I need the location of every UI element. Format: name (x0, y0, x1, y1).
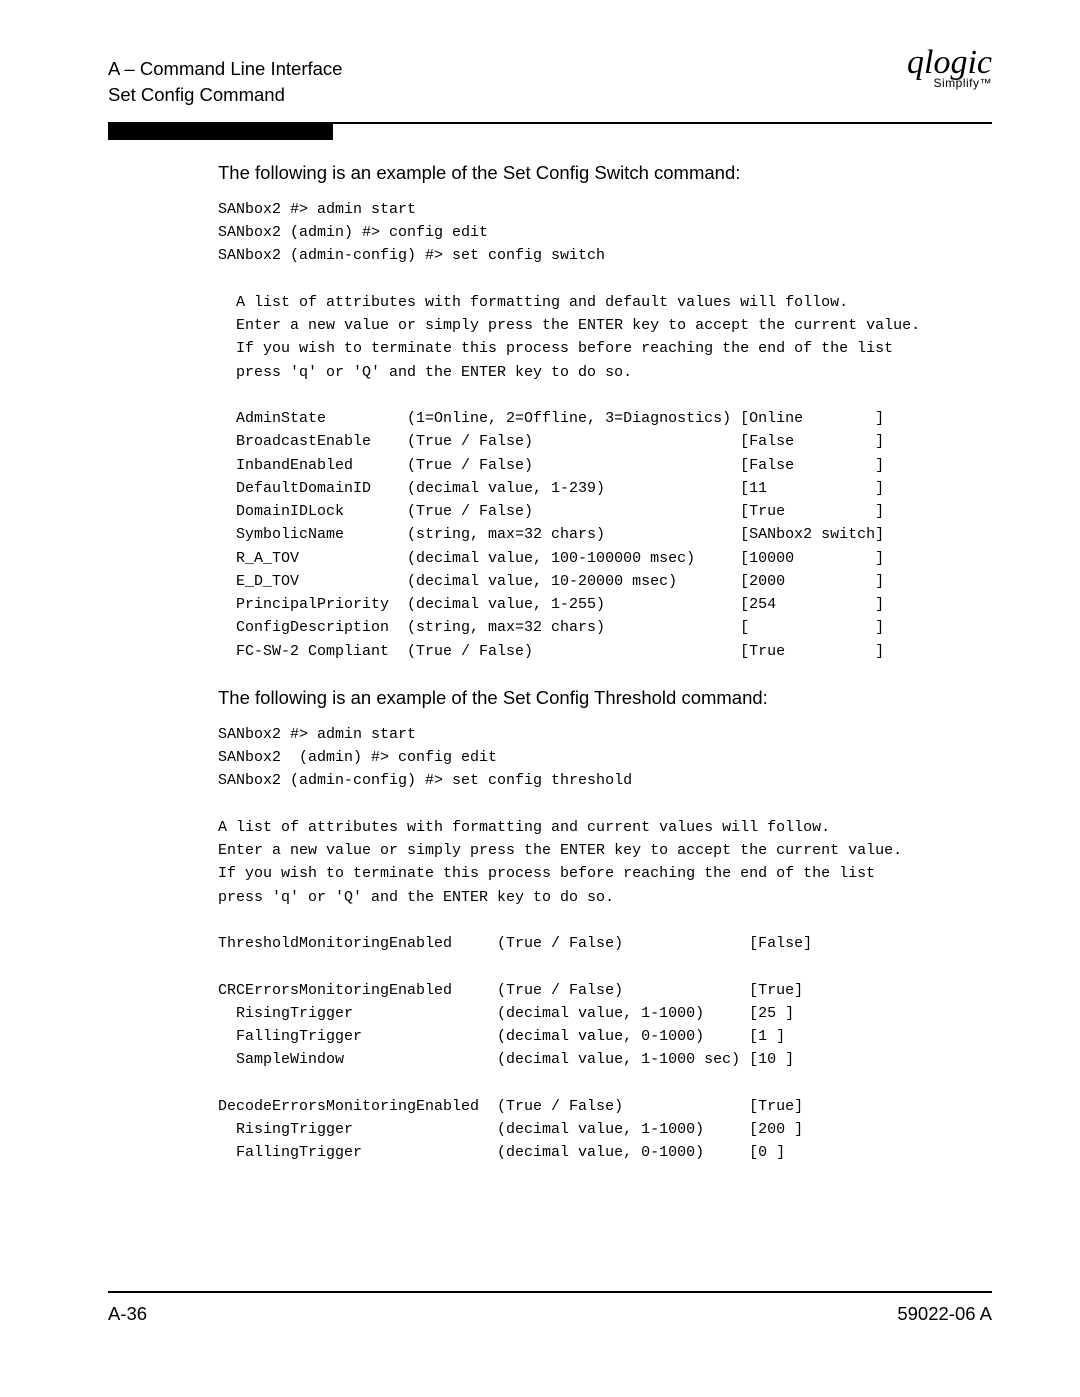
footer-page-number: A-36 (108, 1303, 147, 1325)
section2-intro: The following is an example of the Set C… (218, 687, 992, 709)
black-tab (108, 122, 333, 140)
page-header: A – Command Line Interface Set Config Co… (108, 56, 992, 108)
header-subtitle: Set Config Command (108, 82, 342, 108)
header-text: A – Command Line Interface Set Config Co… (108, 56, 342, 108)
logo: qlogic Simplify™ (907, 46, 992, 90)
page: A – Command Line Interface Set Config Co… (0, 0, 1080, 1397)
header-section: A – Command Line Interface (108, 56, 342, 82)
section1-code: SANbox2 #> admin start SANbox2 (admin) #… (218, 198, 992, 663)
logo-sub: Simplify™ (933, 76, 992, 90)
body-content: The following is an example of the Set C… (218, 162, 992, 1165)
footer-doc-id: 59022-06 A (897, 1303, 992, 1325)
section1-intro: The following is an example of the Set C… (218, 162, 992, 184)
logo-main: qlogic (907, 46, 992, 80)
page-footer: A-36 59022-06 A (108, 1291, 992, 1325)
footer-rule (108, 1291, 992, 1293)
section2-code: SANbox2 #> admin start SANbox2 (admin) #… (218, 723, 992, 1165)
